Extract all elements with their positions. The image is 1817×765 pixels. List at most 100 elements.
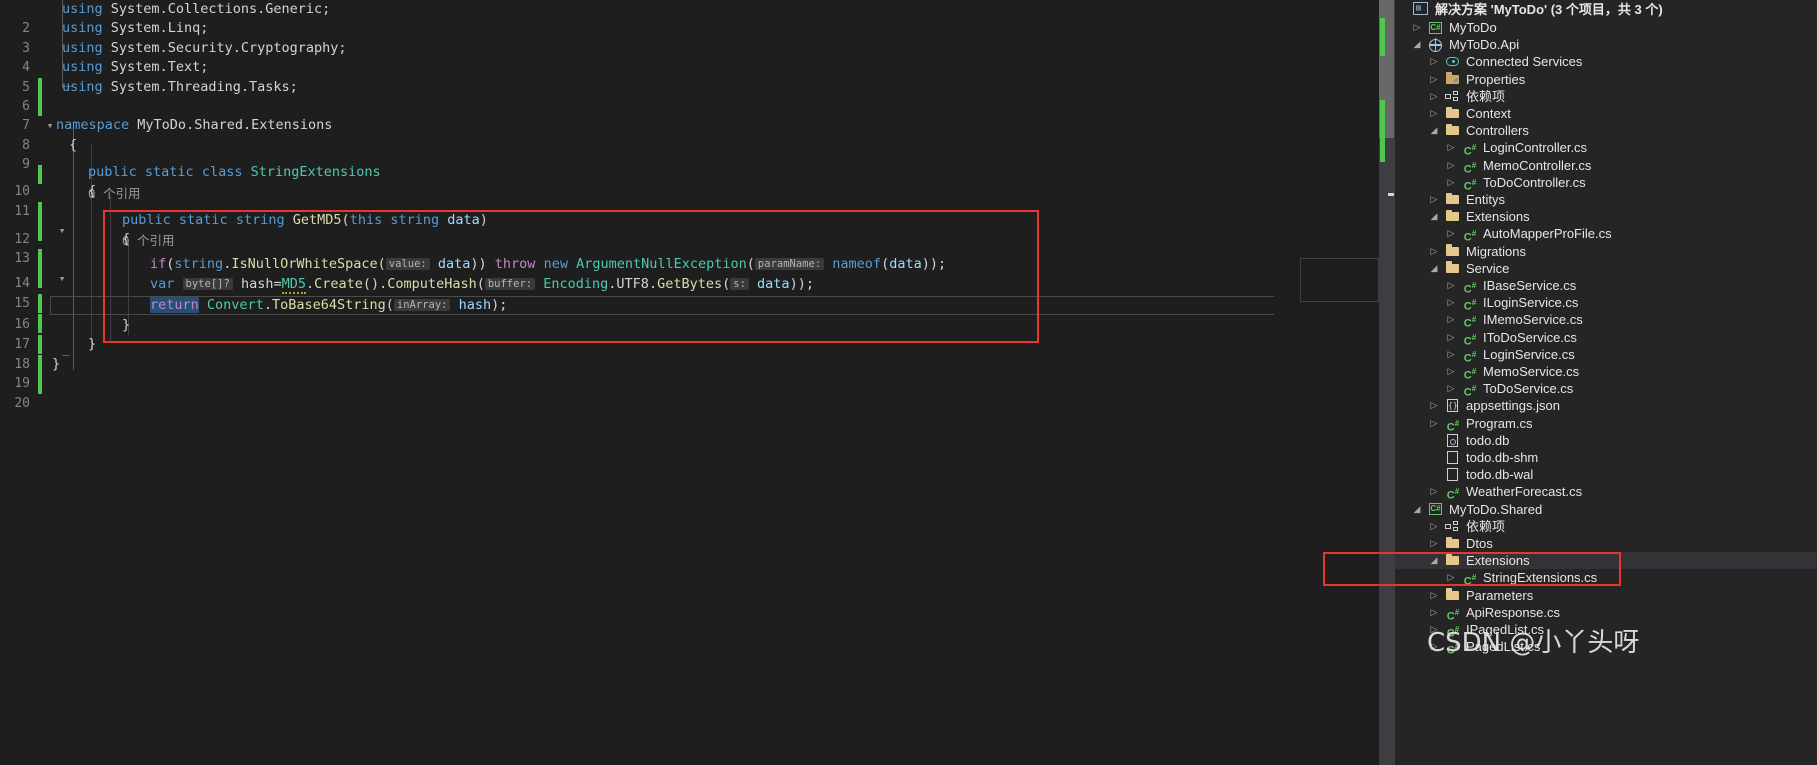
chevron-right-icon[interactable]: ▷	[1428, 53, 1440, 70]
tree-item-label: Connected Services	[1466, 54, 1583, 70]
tree-item[interactable]: ▷ C# LoginService.cs	[1395, 346, 1817, 365]
tree-item[interactable]: ▷ C# AutoMapperProFile.cs	[1395, 225, 1817, 244]
chevron-right-icon[interactable]: ▷	[1445, 569, 1457, 586]
tree-item[interactable]: todo.db	[1395, 432, 1817, 449]
tree-item[interactable]: ▷ 依赖项	[1395, 518, 1817, 535]
code-line-current[interactable]: 16 return Convert.ToBase64String(inArray…	[0, 296, 1275, 355]
chevron-right-icon[interactable]: ▷	[1445, 311, 1457, 328]
tree-item[interactable]: ▷ C# MyToDo	[1395, 19, 1817, 36]
code-line[interactable]: 14 if(string.IsNullOrWhiteSpace(value: d…	[0, 255, 1270, 314]
chevron-down-icon[interactable]: ◢	[1428, 122, 1440, 139]
tree-item[interactable]: todo.db-wal	[1395, 466, 1817, 483]
chevron-right-icon[interactable]: ▷	[1428, 105, 1440, 122]
tree-item[interactable]: ▷ C# StringExtensions.cs	[1395, 569, 1817, 589]
chevron-right-icon[interactable]: ▷	[1428, 535, 1440, 552]
chevron-right-icon[interactable]: ▷	[1445, 380, 1457, 397]
chevron-right-icon[interactable]: ▷	[1445, 346, 1457, 363]
csharp-file-icon: C#	[1463, 573, 1477, 589]
tree-item[interactable]: ▷ C# ToDoController.cs	[1395, 174, 1817, 193]
chevron-right-icon[interactable]: ▷	[1445, 363, 1457, 380]
editor-scroll-column[interactable]	[1274, 0, 1300, 765]
code-line[interactable]: 3 using System.Linq;	[0, 19, 1270, 55]
tree-item[interactable]: ▷ C# Program.cs	[1395, 415, 1817, 434]
code-line[interactable]: 6 using System.Threading.Tasks;	[0, 78, 1270, 114]
solution-title-row[interactable]: ▤ 解决方案 'MyToDo' (3 个项目，共 3 个)	[1395, 0, 1817, 19]
tree-item[interactable]: ▷ C# ApiResponse.cs	[1395, 604, 1817, 623]
tree-item[interactable]: ▷ {} appsettings.json	[1395, 397, 1817, 414]
tree-item[interactable]: ▷ C# MemoService.cs	[1395, 363, 1817, 382]
tree-item[interactable]: ▷ C# IBaseService.cs	[1395, 277, 1817, 296]
chevron-right-icon[interactable]: ▷	[1445, 277, 1457, 294]
tree-item[interactable]: ▷ Entitys	[1395, 191, 1817, 208]
code-line[interactable]: 12 ▾ public static string GetMD5(this st…	[0, 211, 1270, 285]
tree-item-label: ApiResponse.cs	[1466, 604, 1560, 620]
tree-item[interactable]: ◢ MyToDo.Api	[1395, 36, 1817, 53]
tree-item-label: todo.db	[1466, 432, 1510, 448]
tree-item[interactable]: ◢ C# MyToDo.Shared	[1395, 501, 1817, 518]
chevron-right-icon[interactable]: ▷	[1411, 19, 1423, 36]
tree-item[interactable]: ▷ Connected Services	[1395, 53, 1817, 70]
tree-item[interactable]: ▷ C# ILoginService.cs	[1395, 294, 1817, 313]
code-line[interactable]: 2 using System.Collections.Generic;	[0, 0, 1270, 36]
chevron-right-icon[interactable]: ▷	[1428, 587, 1440, 604]
tree-item-label: Entitys	[1466, 192, 1506, 207]
tree-item[interactable]: ▷ C# IToDoService.cs	[1395, 329, 1817, 348]
code-line[interactable]: 4 using System.Security.Cryptography;	[0, 39, 1270, 97]
code-line[interactable]: 17 }	[0, 316, 1270, 375]
tree-item[interactable]: ▷ C# WeatherForecast.cs	[1395, 483, 1817, 503]
tree-item[interactable]: ▷ Migrations	[1395, 243, 1817, 260]
chevron-right-icon[interactable]: ▷	[1428, 191, 1440, 208]
chevron-right-icon[interactable]: ▷	[1428, 71, 1440, 88]
reference-hint[interactable]: 0 个引用	[0, 146, 1270, 201]
fold-arrow-icon[interactable]: ▾	[44, 116, 56, 135]
chevron-right-icon[interactable]: ▷	[1428, 243, 1440, 260]
tree-item[interactable]: ◢ Extensions	[1395, 552, 1817, 570]
explorer-side-panel	[1300, 258, 1379, 302]
tree-item-label: appsettings.json	[1466, 398, 1560, 414]
chevron-right-icon[interactable]: ▷	[1445, 157, 1457, 174]
chevron-right-icon[interactable]: ▷	[1445, 139, 1457, 156]
csharp-file-icon: C#	[1446, 487, 1460, 503]
code-lines[interactable]: 2 using System.Collections.Generic; 3 us…	[0, 0, 1290, 765]
tree-item[interactable]: ▷ 依赖项	[1395, 88, 1817, 105]
code-line[interactable]: 5 using System.Text;	[0, 58, 1270, 117]
code-editor[interactable]: 2 using System.Collections.Generic; 3 us…	[0, 0, 1290, 765]
tree-item[interactable]: ▷ C# ToDoService.cs	[1395, 380, 1817, 399]
code-line[interactable]: 13 {	[0, 230, 1270, 289]
tree-item[interactable]: ▷ C# LoginController.cs	[1395, 139, 1817, 158]
tree-item[interactable]: ◢ Service	[1395, 260, 1817, 277]
chevron-right-icon[interactable]: ▷	[1445, 329, 1457, 346]
chevron-right-icon[interactable]: ▷	[1428, 88, 1440, 105]
chevron-right-icon[interactable]: ▷	[1445, 174, 1457, 191]
chevron-down-icon[interactable]: ◢	[1411, 501, 1423, 518]
tree-item[interactable]: ◢ Extensions	[1395, 208, 1817, 225]
chevron-right-icon[interactable]: ▷	[1428, 397, 1440, 414]
tree-item[interactable]: ▷ C# IMemoService.cs	[1395, 311, 1817, 330]
chevron-down-icon[interactable]: ◢	[1411, 36, 1423, 53]
code-line[interactable]: 10 ▾ public static class StringExtension…	[0, 163, 1270, 237]
tree-item[interactable]: ▷ Parameters	[1395, 587, 1817, 604]
code-line[interactable]: 15 var byte[]? hash=MD5.Create().Compute…	[0, 275, 1270, 334]
selected-token[interactable]: return	[150, 297, 199, 313]
reference-hint[interactable]: 0 个引用	[0, 192, 1270, 248]
chevron-right-icon[interactable]: ▷	[1428, 604, 1440, 621]
tree-item[interactable]: ◢ Controllers	[1395, 122, 1817, 139]
chevron-down-icon[interactable]: ◢	[1428, 552, 1440, 569]
chevron-down-icon[interactable]: ◢	[1428, 260, 1440, 277]
chevron-down-icon[interactable]: ◢	[1428, 208, 1440, 225]
tree-item[interactable]: ▷ Dtos	[1395, 535, 1817, 552]
code-line[interactable]: 19 }	[0, 355, 1270, 391]
chevron-right-icon[interactable]: ▷	[1428, 415, 1440, 432]
code-line[interactable]: 18 }	[0, 335, 1270, 394]
tree-item[interactable]: ▷ C# MemoController.cs	[1395, 157, 1817, 176]
chevron-right-icon[interactable]: ▷	[1428, 518, 1440, 535]
tree-item[interactable]: ▷ Properties	[1395, 71, 1817, 88]
chevron-right-icon[interactable]: ▷	[1428, 483, 1440, 500]
code-line[interactable]: 7	[0, 97, 1270, 133]
code-line[interactable]: 8 ▾ namespace MyToDo.Shared.Extensions	[0, 116, 1270, 152]
code-line[interactable]: 20	[0, 374, 1270, 411]
tree-item[interactable]: ▷ Context	[1395, 105, 1817, 122]
chevron-right-icon[interactable]: ▷	[1445, 225, 1457, 242]
tree-item[interactable]: todo.db-shm	[1395, 449, 1817, 466]
chevron-right-icon[interactable]: ▷	[1445, 294, 1457, 311]
